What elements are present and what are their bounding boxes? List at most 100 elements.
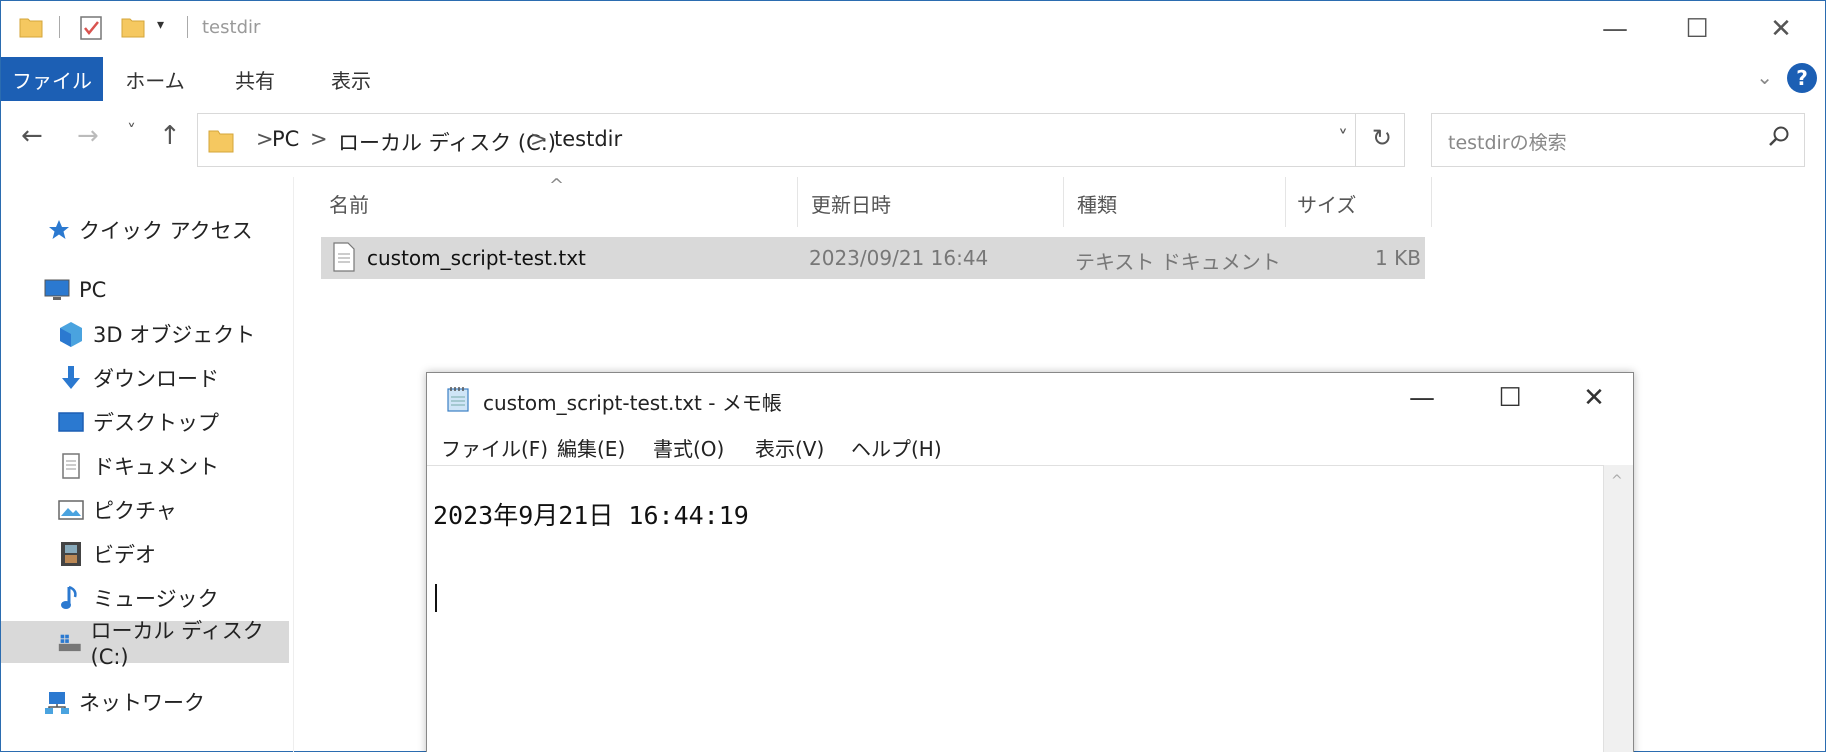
desktop-icon — [58, 412, 84, 432]
menu-edit[interactable]: 編集(E) — [557, 433, 625, 462]
sidebar-item-desktop[interactable]: デスクトップ — [1, 401, 289, 443]
address-bar[interactable]: > PC > ローカル ディスク (C:) > testdir ˅ ↻ — [197, 113, 1405, 167]
sidebar-item-label: 3D オブジェクト — [93, 323, 256, 347]
window-title: testdir — [202, 17, 261, 38]
quick-access-separator — [59, 16, 60, 38]
file-size: 1 KB — [1375, 246, 1421, 270]
text-caret — [435, 584, 437, 612]
breadcrumb-pc[interactable]: PC — [272, 127, 299, 151]
sidebar-item-label: ネットワーク — [79, 691, 205, 715]
column-divider[interactable] — [797, 177, 798, 227]
vertical-scrollbar[interactable]: ^ — [1603, 465, 1633, 752]
menu-view[interactable]: 表示(V) — [755, 433, 824, 462]
notepad-text-area[interactable]: 2023年9月21日 16:44:19 — [427, 465, 1603, 752]
sidebar-item-music[interactable]: ミュージック — [1, 577, 289, 619]
notepad-title: custom_script-test.txt - メモ帳 — [483, 391, 782, 415]
breadcrumb-local-disk[interactable]: ローカル ディスク (C:) — [338, 127, 556, 157]
cube-icon — [60, 322, 82, 347]
column-divider[interactable] — [1063, 177, 1064, 227]
column-header-name[interactable]: 名前 — [329, 189, 369, 218]
menu-help[interactable]: ヘルプ(H) — [851, 433, 942, 462]
notepad-menu-bar: ファイル(F) 編集(E) 書式(O) 表示(V) ヘルプ(H) — [427, 423, 1633, 465]
file-row[interactable]: custom_script-test.txt 2023/09/21 16:44 … — [321, 237, 1425, 279]
sidebar-item-label: PC — [79, 278, 107, 302]
breadcrumb-testdir[interactable]: testdir — [554, 127, 622, 151]
star-icon — [49, 220, 69, 239]
column-header-size[interactable]: サイズ — [1297, 189, 1356, 218]
sidebar-item-local-disk[interactable]: ローカル ディスク (C:) — [1, 619, 289, 669]
column-header-type[interactable]: 種類 — [1077, 189, 1117, 218]
tab-home[interactable]: ホーム — [113, 57, 197, 101]
file-name: custom_script-test.txt — [367, 246, 586, 270]
tab-view[interactable]: 表示 — [313, 57, 389, 101]
breadcrumb-separator: > — [256, 127, 274, 151]
maximize-button[interactable]: ☐ — [1661, 7, 1733, 51]
search-box[interactable]: testdirの検索 — [1431, 113, 1805, 167]
sidebar-item-3d-objects[interactable]: 3D オブジェクト — [1, 313, 289, 355]
notepad-content: 2023年9月21日 16:44:19 — [433, 501, 749, 530]
file-type: テキスト ドキュメント — [1075, 250, 1281, 274]
download-arrow-icon — [62, 366, 80, 389]
sidebar-item-network[interactable]: ネットワーク — [1, 681, 289, 723]
file-modified: 2023/09/21 16:44 — [809, 246, 989, 270]
sidebar-item-downloads[interactable]: ダウンロード — [1, 357, 289, 399]
sidebar-item-videos[interactable]: ビデオ — [1, 533, 289, 575]
notepad-icon — [447, 387, 469, 412]
ribbon: ファイル ホーム 共有 表示 ⌄ ? — [1, 57, 1825, 101]
up-button[interactable]: ↑ — [159, 121, 181, 151]
column-divider[interactable] — [1431, 177, 1432, 227]
customize-quick-access-icon[interactable]: ▾ — [157, 17, 164, 33]
sidebar-item-label: ドキュメント — [93, 455, 219, 479]
sidebar-item-label: ピクチャ — [93, 499, 177, 523]
column-divider[interactable] — [1285, 177, 1286, 227]
sidebar-item-quick-access[interactable]: クイック アクセス — [1, 209, 289, 251]
back-button[interactable]: ← — [21, 121, 43, 151]
music-note-icon — [61, 585, 77, 609]
sidebar-item-pc[interactable]: PC — [1, 269, 289, 311]
navigation-pane: クイック アクセス PC 3D オブジェクト ダウンロード デスクトップ ドキュ… — [1, 177, 289, 752]
notepad-minimize-button[interactable]: — — [1387, 377, 1457, 419]
new-folder-icon[interactable] — [121, 15, 145, 39]
tab-file[interactable]: ファイル — [1, 57, 103, 101]
menu-format[interactable]: 書式(O) — [653, 433, 724, 462]
refresh-button[interactable]: ↻ — [1372, 124, 1392, 152]
address-dropdown-icon[interactable]: ˅ — [1338, 126, 1348, 150]
sidebar-item-pictures[interactable]: ピクチャ — [1, 489, 289, 531]
sidebar-item-label: クイック アクセス — [79, 219, 253, 243]
folder-icon — [208, 130, 234, 153]
properties-icon[interactable] — [79, 15, 103, 41]
search-icon[interactable] — [1766, 124, 1792, 150]
help-button[interactable]: ? — [1787, 63, 1817, 93]
title-bar: ▾ testdir — ☐ ✕ — [1, 1, 1825, 55]
film-icon — [61, 542, 81, 566]
monitor-icon — [44, 279, 70, 300]
notepad-window: custom_script-test.txt - メモ帳 — ☐ ✕ ファイル(… — [426, 372, 1634, 752]
minimize-button[interactable]: — — [1579, 7, 1651, 51]
drive-icon — [58, 634, 81, 652]
text-file-icon — [333, 242, 355, 272]
folder-icon[interactable] — [19, 15, 43, 39]
sidebar-item-label: ビデオ — [93, 543, 156, 567]
breadcrumb-separator: > — [530, 127, 548, 151]
breadcrumb-separator: > — [310, 127, 328, 151]
sidebar-item-label: デスクトップ — [93, 411, 219, 435]
address-divider — [1355, 114, 1356, 166]
notepad-title-bar: custom_script-test.txt - メモ帳 — ☐ ✕ — [427, 373, 1633, 423]
document-icon — [62, 453, 80, 479]
expand-ribbon-chevron-icon[interactable]: ⌄ — [1756, 65, 1773, 89]
sidebar-item-label: ダウンロード — [93, 367, 219, 391]
tab-share[interactable]: 共有 — [217, 57, 293, 101]
scroll-up-arrow-icon[interactable]: ^ — [1611, 473, 1623, 489]
menu-file[interactable]: ファイル(F) — [441, 433, 548, 462]
recent-locations-button[interactable]: ˅ — [127, 121, 136, 142]
forward-button[interactable]: → — [77, 121, 99, 151]
pane-divider — [293, 177, 294, 752]
sidebar-item-label: ミュージック — [93, 587, 219, 611]
notepad-close-button[interactable]: ✕ — [1559, 377, 1629, 419]
column-header-modified[interactable]: 更新日時 — [811, 189, 891, 218]
close-button[interactable]: ✕ — [1745, 7, 1817, 51]
sidebar-item-documents[interactable]: ドキュメント — [1, 445, 289, 487]
notepad-maximize-button[interactable]: ☐ — [1475, 377, 1545, 419]
search-placeholder: testdirの検索 — [1448, 132, 1567, 154]
title-separator — [187, 16, 188, 38]
